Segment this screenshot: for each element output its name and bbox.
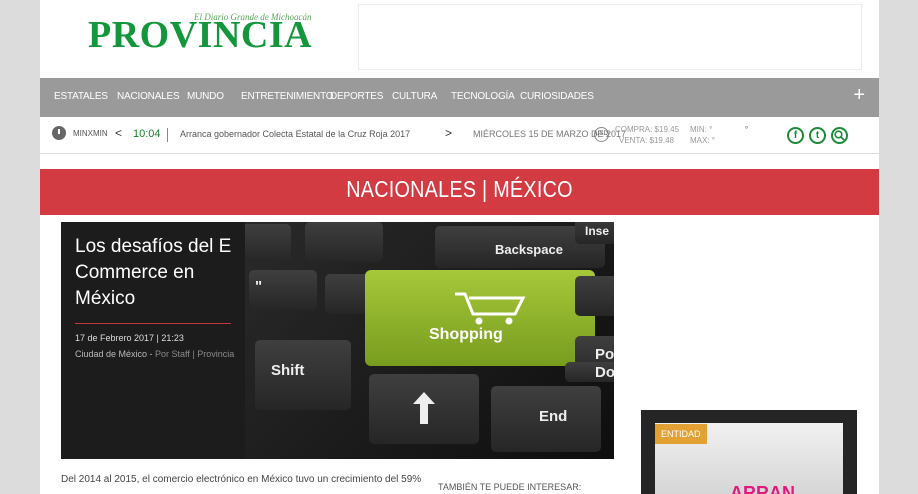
- nav-item-deportes[interactable]: Deportes: [330, 91, 383, 102]
- nav-item-cultura[interactable]: Cultura: [392, 91, 437, 102]
- ticker-headline-link[interactable]: Arranca gobernador Colecta Estatal de la…: [180, 129, 410, 139]
- nav-item-entretenimiento[interactable]: Entretenimiento: [241, 91, 334, 102]
- article-location: Ciudad de México -: [75, 349, 156, 359]
- weather-min: MIN: °: [690, 125, 713, 134]
- facebook-icon[interactable]: f: [787, 127, 804, 144]
- article-byline: Ciudad de México - Por Staff | Provincia: [75, 349, 234, 359]
- cart-icon: [455, 292, 526, 325]
- sidebar-story[interactable]: ARRAN ENTIDAD: [641, 410, 857, 494]
- ticker-prev-button[interactable]: <: [115, 126, 122, 140]
- keyboard-image: Backspace Inse " Shopping Shift End Po D…: [235, 222, 614, 459]
- ticker-location: MINXMIN: [73, 129, 108, 138]
- nav-item-estatales[interactable]: Estatales: [54, 91, 108, 102]
- ticker-time: 10:04: [133, 128, 161, 140]
- section-title: NACIONALES | MÉXICO: [346, 176, 573, 202]
- category-tag[interactable]: ENTIDAD: [655, 424, 707, 444]
- featured-article[interactable]: Backspace Inse " Shopping Shift End Po D…: [61, 222, 614, 459]
- main-nav: Estatales Nacionales Mundo Entretenimien…: [40, 78, 879, 117]
- clock-icon: [52, 126, 66, 140]
- sidebar-image-text: ARRAN: [730, 483, 795, 494]
- article-lead: Del 2014 al 2015, el comercio electrónic…: [61, 474, 422, 485]
- ticker-next-button[interactable]: >: [445, 126, 452, 140]
- keyboard-key: [305, 222, 383, 262]
- logo-text: PROVINCIA: [88, 14, 313, 56]
- nav-item-nacionales[interactable]: Nacionales: [117, 91, 180, 102]
- article-title[interactable]: Los desafíos del E Commerce en México: [75, 234, 235, 312]
- twitter-icon[interactable]: t: [809, 127, 826, 144]
- weather-temp: °: [745, 125, 749, 134]
- nav-item-mundo[interactable]: Mundo: [187, 91, 224, 102]
- nav-item-curiosidades[interactable]: Curiosidades: [520, 91, 594, 102]
- article-date: 17 de Febrero 2017 | 21:23: [75, 333, 184, 343]
- article-author[interactable]: Por Staff | Provincia: [155, 349, 234, 359]
- keyboard-key-end: End: [491, 386, 601, 452]
- exchange-sell: VENTA: $19.48: [619, 136, 674, 145]
- keyboard-key-insert: Inse: [575, 222, 614, 244]
- currency-icon: USD: [594, 127, 609, 142]
- keyboard-key-arrow-up: [369, 374, 479, 444]
- title-divider: [75, 323, 231, 324]
- keyboard-key: [575, 276, 614, 316]
- news-ticker: MINXMIN < 10:04 Arranca gobernador Colec…: [40, 117, 879, 154]
- section-banner: NACIONALES | MÉXICO: [40, 169, 879, 215]
- weather-max: MAX: °: [690, 136, 715, 145]
- header-ad-slot: [358, 4, 862, 70]
- featured-caption: Los desafíos del E Commerce en México 17…: [61, 222, 245, 459]
- nav-item-tecnologia[interactable]: Tecnología: [451, 91, 515, 102]
- site-logo[interactable]: El Diario Grande de Michoacán PROVINCIA: [88, 10, 348, 60]
- ticker-divider: [167, 128, 168, 142]
- keyboard-key-pgdn: Do: [565, 362, 614, 382]
- keyboard-key-shift: Shift: [255, 340, 351, 410]
- sidebar-ad-slot: [640, 222, 880, 392]
- related-heading: TAMBIÉN TE PUEDE INTERESAR:: [438, 482, 582, 492]
- nav-more-button[interactable]: +: [853, 84, 865, 107]
- search-icon[interactable]: [831, 127, 848, 144]
- page: El Diario Grande de Michoacán PROVINCIA …: [40, 0, 879, 494]
- exchange-buy: COMPRA: $19.45: [615, 125, 680, 134]
- keyboard-key-quote: ": [249, 270, 317, 310]
